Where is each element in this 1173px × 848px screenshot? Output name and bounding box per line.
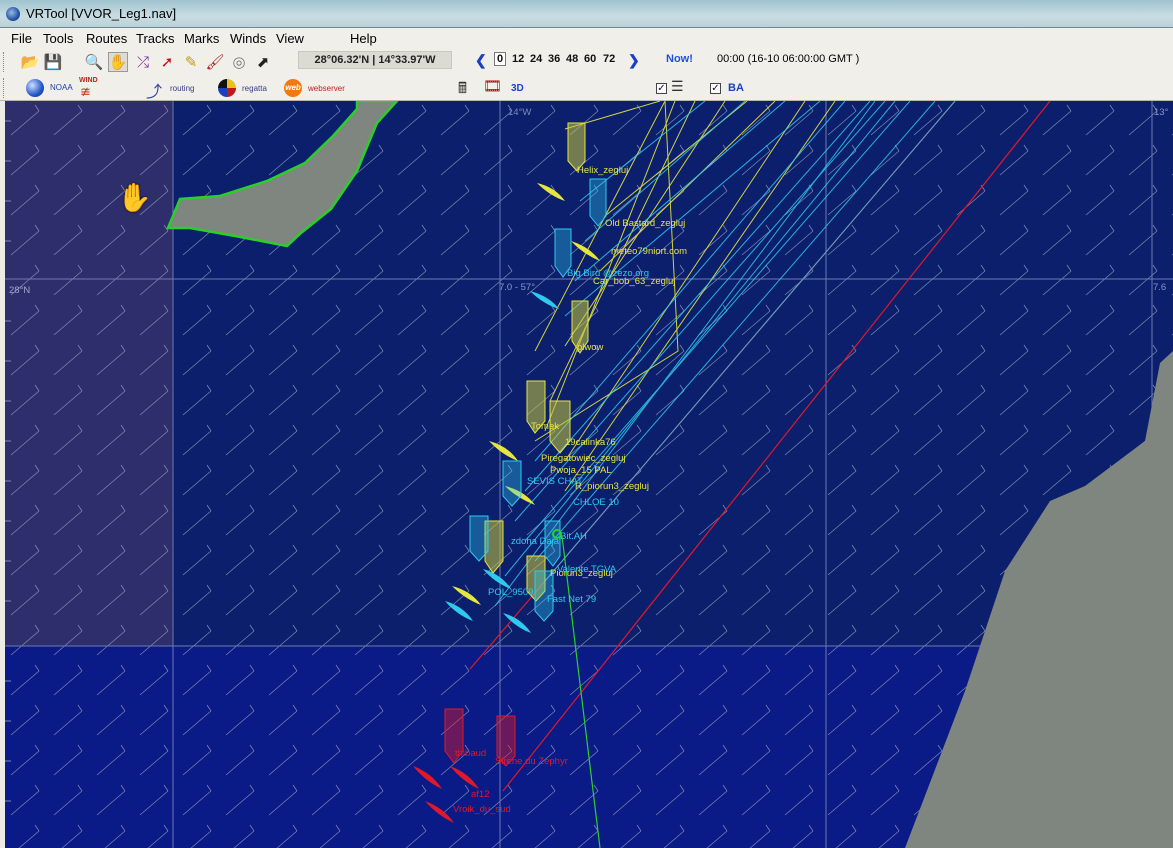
hour-60[interactable]: 60 bbox=[584, 53, 596, 65]
grid-label-mid: 7.0 - 57° bbox=[499, 282, 535, 293]
regatta-label[interactable]: regatta bbox=[242, 84, 267, 93]
boat-label[interactable]: thibaud bbox=[455, 748, 486, 759]
ba-checkbox[interactable]: ✓ bbox=[710, 83, 721, 94]
route-draw-icon[interactable]: ➚ bbox=[157, 52, 177, 72]
hour-0[interactable]: 0 bbox=[494, 52, 507, 66]
zoom-icon[interactable]: 🔍 bbox=[84, 52, 104, 72]
3d-button[interactable]: 3D bbox=[511, 83, 524, 94]
boat-label[interactable]: af12 bbox=[471, 789, 490, 800]
boat-label[interactable]: R_piorun3_zegluj bbox=[575, 481, 649, 492]
boat-label[interactable]: Piregatowiec_zegluj bbox=[541, 453, 626, 464]
ba-label[interactable]: BA bbox=[728, 82, 744, 94]
web-icon[interactable]: web bbox=[284, 79, 302, 97]
main-toolbar: 📂 💾 🔍 ✋ ⤮ ➚ ✎ 🖌 ◎ ⬈ 28°06.32'N | 14°33.9… bbox=[0, 49, 1173, 75]
layers-checkbox[interactable]: ✓ bbox=[656, 83, 667, 94]
prev-time-icon[interactable]: ❮ bbox=[475, 52, 487, 69]
hour-24[interactable]: 24 bbox=[530, 53, 542, 65]
menu-tools[interactable]: Tools bbox=[43, 31, 73, 46]
wind-icon[interactable]: ≇ bbox=[80, 84, 91, 100]
menu-routes[interactable]: Routes bbox=[86, 31, 127, 46]
open-folder-icon[interactable]: 📂 bbox=[20, 52, 40, 72]
layers-icon[interactable]: ☰ bbox=[671, 78, 684, 95]
latitude-label: 28°N bbox=[9, 285, 30, 296]
boat-label[interactable]: Vroik_du_sud bbox=[453, 804, 511, 815]
pencil-icon[interactable]: ✎ bbox=[181, 52, 201, 72]
menu-bar: File Tools Routes Tracks Marks Winds Vie… bbox=[0, 28, 1173, 49]
brush-icon[interactable]: 🖌 bbox=[205, 52, 225, 72]
boat-label[interactable]: Pwoja_15 PAL bbox=[550, 465, 612, 476]
hand-cursor-icon: ✋ bbox=[117, 182, 152, 213]
boat-label[interactable]: Fast Net 79 bbox=[547, 594, 596, 605]
noaa-label[interactable]: NOAA bbox=[50, 83, 73, 92]
menu-winds[interactable]: Winds bbox=[230, 31, 266, 46]
boat-label[interactable]: meteo79niort.com bbox=[611, 246, 687, 257]
menu-help[interactable]: Help bbox=[350, 31, 377, 46]
grid-label-corner: 13° bbox=[1154, 107, 1169, 118]
calculator-icon[interactable]: 🖩 bbox=[458, 78, 467, 103]
measure-icon[interactable]: ⤮ bbox=[133, 52, 153, 72]
chart-map[interactable]: 28°N 14°W 7.0 - 57° 7.6 13° Helix_zegluj… bbox=[5, 101, 1173, 848]
boat-label[interactable]: SEVIS CHAT bbox=[527, 476, 583, 487]
current-time: 00:00 (16-10 06:00:00 GMT ) bbox=[717, 53, 860, 65]
boat-label[interactable]: POL_9509 bbox=[488, 587, 533, 598]
menu-marks[interactable]: Marks bbox=[184, 31, 219, 46]
grid-label-top: 14°W bbox=[508, 107, 531, 118]
boat-label[interactable]: Helix_zegluj bbox=[577, 165, 628, 176]
save-icon[interactable]: 💾 bbox=[43, 52, 63, 72]
next-time-icon[interactable]: ❯ bbox=[628, 52, 640, 69]
hour-36[interactable]: 36 bbox=[548, 53, 560, 65]
boat-label[interactable]: 19calinka76 bbox=[565, 437, 616, 448]
regatta-icon[interactable] bbox=[218, 79, 236, 97]
boat-label[interactable]: plwow bbox=[577, 342, 604, 353]
boat-label[interactable]: Valente TGVA bbox=[557, 564, 617, 575]
wind-label[interactable]: WIND bbox=[79, 77, 98, 84]
menu-file[interactable]: File bbox=[11, 31, 32, 46]
now-button[interactable]: Now! bbox=[666, 53, 693, 65]
title-bar: VRTool [VVOR_Leg1.nav] bbox=[0, 0, 1173, 28]
pan-hand-icon[interactable]: ✋ bbox=[108, 52, 128, 72]
menu-tracks[interactable]: Tracks bbox=[136, 31, 175, 46]
toolbar-grip[interactable] bbox=[3, 52, 8, 72]
webserver-label[interactable]: webserver bbox=[308, 84, 345, 93]
boat-label[interactable]: Big Bird @zezo.org bbox=[567, 268, 649, 279]
toolbar2-grip[interactable] bbox=[3, 78, 8, 98]
pointer-icon[interactable]: ⬈ bbox=[253, 52, 273, 72]
film-icon[interactable]: 🎞 bbox=[483, 77, 502, 95]
map-canvas[interactable]: 28°N 14°W 7.0 - 57° 7.6 13° Helix_zegluj… bbox=[5, 101, 1173, 848]
hour-12[interactable]: 12 bbox=[512, 53, 524, 65]
target-icon[interactable]: ◎ bbox=[229, 52, 249, 72]
boat-label[interactable]: Bit.AH bbox=[560, 531, 587, 542]
hour-48[interactable]: 48 bbox=[566, 53, 578, 65]
position-readout: 28°06.32'N | 14°33.97'W bbox=[298, 51, 452, 69]
boat-label[interactable]: Tomek bbox=[531, 421, 559, 432]
boat-label[interactable]: CHLOE 10 bbox=[573, 497, 619, 508]
menu-view[interactable]: View bbox=[276, 31, 304, 46]
boat-label[interactable]: zdoha Daja bbox=[511, 536, 560, 547]
boat-label[interactable]: Sirene du Zephyr bbox=[495, 756, 568, 767]
routing-icon[interactable]: ⤴ bbox=[146, 78, 162, 102]
app-icon bbox=[6, 7, 20, 21]
boat-label[interactable]: Old Bastard_zegluj bbox=[605, 218, 685, 229]
secondary-toolbar: NOAA WIND ≇ ⤴ routing regatta web webser… bbox=[0, 75, 1173, 101]
routing-label[interactable]: routing bbox=[170, 84, 194, 93]
window-title: VRTool [VVOR_Leg1.nav] bbox=[26, 6, 177, 21]
noaa-icon[interactable] bbox=[26, 79, 44, 97]
hour-72[interactable]: 72 bbox=[603, 53, 615, 65]
grid-label-right: 7.6 bbox=[1153, 282, 1166, 293]
